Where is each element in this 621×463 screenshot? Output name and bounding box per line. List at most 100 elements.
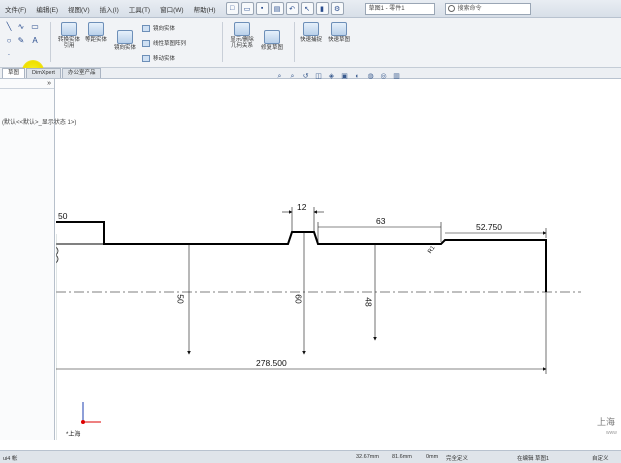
new-document-icon[interactable]: □ [225,2,239,15]
collapse-panel-icon[interactable]: » [47,79,51,88]
heads-up-view-toolbar: ⌕ ⌕ ↺ ◫ ◈ ▣ ◐ ◍ ◎ ▥ [275,72,405,81]
display-style-icon[interactable]: ▣ [340,72,349,81]
view-settings-icon[interactable]: ▥ [392,72,401,81]
print-icon[interactable]: ▤ [270,2,284,15]
previous-view-icon[interactable]: ↺ [301,72,310,81]
tab-office-products[interactable]: 办公室产品 [61,68,102,78]
dimension-50-vertical[interactable]: 50 [176,294,186,303]
offset-entities-label: 等距实体 [84,37,107,43]
status-bar: ui4 帐 32.67mm 81.6mm 0mm 完全定义 在编辑 草图1 自定… [0,450,621,463]
rapid-sketch-label: 快速草图 [327,37,350,43]
mirror-row[interactable]: 镜向实体 [142,24,175,32]
status-definition: 完全定义 [446,456,469,462]
search-icon [447,4,455,12]
rapid-sketch-button[interactable]: 快速草图 [326,22,352,43]
ribbon-divider [222,22,223,62]
convert-entities-icon [61,22,77,36]
sketch-canvas [55,207,581,440]
watermark-subtext: www [606,430,617,436]
menu-view[interactable]: 视图(V) [63,4,95,14]
menu-bar: 文件(F) 编辑(E) 视图(V) 插入(I) 工具(T) 窗口(W) 帮助(H… [0,0,621,18]
linear-pattern-label: 线性草图阵列 [153,41,187,47]
command-manager-ribbon: ╲ ∿ ▭ ○ ✎ A · 转换实体引用 等距实体 镜向实体 镜向实体 线性草图… [0,18,621,82]
feature-manager-panel: » (默认<<默认>_显示状态 1>) [0,79,76,440]
options-gear-icon[interactable]: ⚙ [330,2,344,15]
offset-entities-icon [88,22,104,36]
dimension-52750[interactable]: 52.750 [476,222,502,232]
status-edit-mode: 在编辑 草图1 [517,456,550,462]
dimension-60-vertical[interactable]: 60 [294,294,304,303]
dimension-48-vertical[interactable]: 48 [364,297,374,306]
convert-entities-label: 转换实体引用 [57,37,80,49]
relations-icon [234,22,250,36]
section-view-icon[interactable]: ◫ [314,72,323,81]
display-delete-label: 显示/删除几何关系 [230,37,254,49]
open-folder-icon[interactable]: ▭ [240,2,254,15]
move-entities-icon [142,54,150,62]
repair-sketch-button[interactable]: 修复草图 [258,30,286,51]
quick-access-toolbar: □ ▭ ▪ ▤ ↶ ↖ ▮ ⚙ [225,2,345,15]
rapid-sketch-icon [331,22,347,36]
mirror-entities-icon [117,30,133,44]
linear-pattern-row[interactable]: 线性草图阵列 [142,39,186,47]
move-entities-label: 移动实体 [153,56,176,62]
status-custom[interactable]: 自定义 [592,454,609,462]
display-delete-relations-button[interactable]: 显示/删除几何关系 [228,22,256,49]
menu-insert[interactable]: 插入(I) [95,4,124,14]
graphics-area[interactable]: 50 12 63 52.750 R1 50 60 48 278.500 *上海 [55,82,621,440]
mirror-row-label: 镜向实体 [153,26,176,32]
menu-window[interactable]: 窗口(W) [155,4,188,14]
view-orientation-icon[interactable]: ◈ [327,72,336,81]
shaft-profile[interactable] [56,221,547,292]
zoom-to-fit-icon[interactable]: ⌕ [275,72,284,81]
spline-tool-icon[interactable]: ∿ [16,22,26,31]
move-entities-row[interactable]: 移动实体 [142,54,175,62]
edit-appearance-icon[interactable]: ◍ [366,72,375,81]
mirror-entities-button[interactable]: 镜向实体 [112,30,138,51]
origin-point[interactable] [81,420,85,424]
menu-tools[interactable]: 工具(T) [124,4,155,14]
convert-entities-button[interactable]: 转换实体引用 [56,22,82,49]
offset-entities-button[interactable]: 等距实体 [84,22,108,43]
menu-file[interactable]: 文件(F) [0,4,31,14]
undo-icon[interactable]: ↶ [285,2,299,15]
dimension-12[interactable]: 12 [297,202,306,212]
ribbon-divider [50,22,51,62]
dimension-63[interactable]: 63 [376,216,385,226]
scene-icon[interactable]: ◎ [379,72,388,81]
menu-help[interactable]: 帮助(H) [189,4,221,14]
search-placeholder: 搜索命令 [457,5,482,12]
status-x-coord: 32.67mm [356,454,379,460]
quick-snaps-button[interactable]: 快速捕捉 [298,22,324,43]
watermark-text: 上海 [597,417,616,427]
rectangle-tool-icon[interactable]: ▭ [30,22,40,31]
status-left-text: ui4 帐 [3,456,18,462]
circle-tool-icon[interactable]: ○ [4,36,14,45]
ribbon-divider [294,22,295,62]
pen-tool-icon[interactable]: ✎ [16,36,26,45]
document-title: 草图1 - 零件1 [364,2,435,15]
origin-label: *上海 [66,432,81,438]
save-icon[interactable]: ▪ [255,2,269,15]
repair-sketch-label: 修复草图 [260,45,283,51]
menu-edit[interactable]: 编辑(E) [31,4,63,14]
mirror-entities-label: 镜向实体 [113,45,136,51]
quick-snaps-label: 快速捕捉 [299,37,322,43]
tab-dimxpert[interactable]: DimXpert [26,68,61,78]
text-tool-icon[interactable]: A [30,36,40,45]
quick-snaps-icon [303,22,319,36]
mirror-icon [142,24,150,32]
zoom-area-icon[interactable]: ⌕ [288,72,297,81]
tab-sketch[interactable]: 草图 [2,68,26,78]
point-tool-icon[interactable]: · [4,50,14,59]
feature-manager-header: » [0,79,54,89]
dimension-278500[interactable]: 278.500 [256,358,287,368]
dimension-50-top[interactable]: 50 [58,211,67,221]
linear-pattern-icon [142,39,150,47]
hide-show-icon[interactable]: ◐ [353,72,362,81]
search-input[interactable]: 搜索命令 [444,2,531,15]
line-tool-icon[interactable]: ╲ [4,22,14,31]
rebuild-icon[interactable]: ▮ [315,2,329,15]
select-arrow-icon[interactable]: ↖ [300,2,314,15]
status-y-coord: 81.6mm [392,454,412,460]
